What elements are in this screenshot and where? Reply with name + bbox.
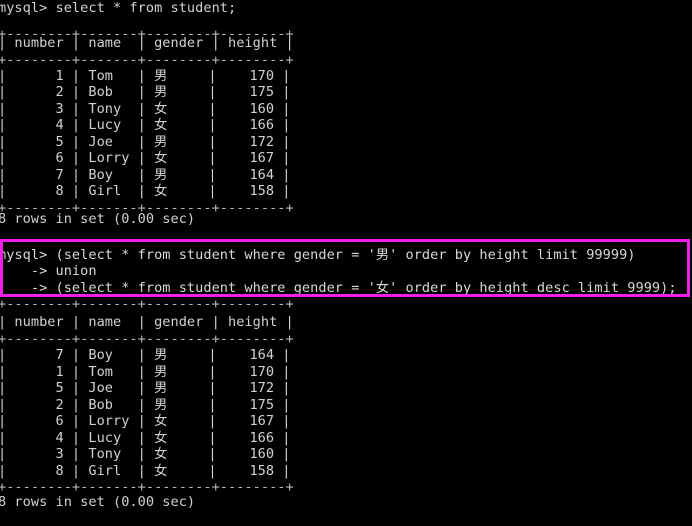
cjk-glyph: 女 bbox=[154, 431, 168, 446]
cjk-glyph: 男 bbox=[375, 248, 390, 263]
command-line-union-keyword: -> union bbox=[0, 263, 97, 279]
cjk-glyph: 男 bbox=[154, 365, 168, 380]
table-row: | 5 | Joe | 男 | 172 | bbox=[0, 380, 291, 396]
table-row: | 2 | Bob | 男 | 175 | bbox=[0, 397, 291, 413]
cjk-glyph: 女 bbox=[154, 184, 168, 199]
table-row: | 4 | Lucy | 女 | 166 | bbox=[0, 430, 291, 446]
cjk-glyph: 女 bbox=[154, 118, 168, 133]
cjk-glyph: 女 bbox=[154, 102, 168, 117]
table-row: | 6 | Lorry | 女 | 167 | bbox=[0, 413, 291, 429]
table2-header-row: | number | name | gender | height | bbox=[0, 314, 294, 330]
cjk-glyph: 女 bbox=[154, 151, 168, 166]
table2-border-top: +--------+-------+--------+--------+ bbox=[0, 296, 294, 312]
table-row: | 4 | Lucy | 女 | 166 | bbox=[0, 117, 291, 133]
table-row: | 3 | Tony | 女 | 160 | bbox=[0, 101, 291, 117]
table-row: | 8 | Girl | 女 | 158 | bbox=[0, 183, 291, 199]
table-row: | 1 | Tom | 男 | 170 | bbox=[0, 68, 291, 84]
command-line-union-part1: mysql> (select * from student where gend… bbox=[0, 247, 636, 263]
cjk-glyph: 女 bbox=[375, 281, 390, 296]
terminal-window[interactable]: mysql> select * from student; +--------+… bbox=[0, 0, 692, 526]
table-row: | 5 | Joe | 男 | 172 | bbox=[0, 134, 291, 150]
table-row: | 7 | Boy | 男 | 164 | bbox=[0, 347, 291, 363]
cjk-glyph: 男 bbox=[154, 381, 168, 396]
table1-header-row: | number | name | gender | height | bbox=[0, 35, 294, 51]
table2-border-header: +--------+-------+--------+--------+ bbox=[0, 331, 294, 347]
result1-status-line: 8 rows in set (0.00 sec) bbox=[0, 211, 196, 227]
table-row: | 8 | Girl | 女 | 158 | bbox=[0, 463, 291, 479]
cjk-glyph: 女 bbox=[154, 464, 168, 479]
cjk-glyph: 女 bbox=[154, 414, 168, 429]
table-row: | 7 | Boy | 男 | 164 | bbox=[0, 167, 291, 183]
table-row: | 2 | Bob | 男 | 175 | bbox=[0, 84, 291, 100]
cjk-glyph: 男 bbox=[154, 85, 168, 100]
cjk-glyph: 男 bbox=[154, 398, 168, 413]
result2-status-line: 8 rows in set (0.00 sec) bbox=[0, 494, 196, 510]
table-row: | 3 | Tony | 女 | 160 | bbox=[0, 446, 291, 462]
cjk-glyph: 男 bbox=[154, 69, 168, 84]
cjk-glyph: 男 bbox=[154, 348, 168, 363]
command-line-union-part2: -> (select * from student where gender =… bbox=[0, 280, 677, 296]
table-row: | 1 | Tom | 男 | 170 | bbox=[0, 364, 291, 380]
table-row: | 6 | Lorry | 女 | 167 | bbox=[0, 150, 291, 166]
command-line-select-all: mysql> select * from student; bbox=[0, 0, 237, 16]
cjk-glyph: 男 bbox=[154, 168, 168, 183]
cjk-glyph: 男 bbox=[154, 135, 168, 150]
cjk-glyph: 女 bbox=[154, 447, 168, 462]
table1-border-header: +--------+-------+--------+--------+ bbox=[0, 52, 294, 68]
